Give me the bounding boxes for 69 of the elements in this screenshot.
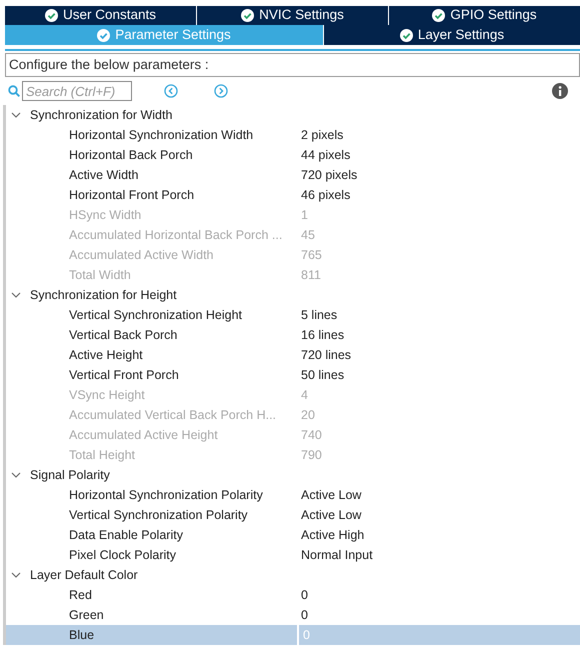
parameter-value[interactable]: 0 [297,585,580,606]
parameter-value[interactable]: 5 lines [297,305,580,326]
check-circle-icon [241,9,254,22]
parameter-label: Vertical Synchronization Polarity [68,506,249,524]
parameter-label: Accumulated Active Width [68,246,215,264]
parameter-label: Horizontal Synchronization Polarity [68,486,264,504]
tab[interactable]: User Constants [5,6,196,25]
parameter-value[interactable]: 2 pixels [297,125,580,146]
parameter-value[interactable]: 46 pixels [297,185,580,206]
parameter-label: Blue [68,626,96,644]
parameter-value: 20 [300,406,316,424]
parameter-label: Accumulated Active Height [68,426,219,444]
parameter-label: Pixel Clock Polarity [68,546,177,564]
chevron-icon[interactable] [11,471,21,480]
parameter-value: 1 [300,206,309,224]
instruction-text: Configure the below parameters : [5,53,580,78]
chevron-icon[interactable] [11,291,21,300]
parameter-value: 790 [300,446,323,464]
parameter-label: Horizontal Back Porch [68,146,194,164]
parameter-label: VSync Height [68,386,146,404]
parameter-value: 740 [300,426,323,444]
parameter-label: Red [68,586,93,604]
parameter-value[interactable]: 0 [297,605,580,626]
tab[interactable]: Layer Settings [324,25,580,45]
parameter-value[interactable]: 44 pixels [297,145,580,166]
parameter-value: 765 [300,246,323,264]
parameter-label: Green [68,606,105,624]
parameter-label: Vertical Synchronization Height [68,306,244,324]
parameter-label: HSync Width [68,206,142,224]
parameter-label: Active Width [68,166,140,184]
parameter-value[interactable]: 720 pixels [297,165,580,186]
group-label: Signal Polarity [30,466,110,484]
group-label: Synchronization for Height [30,286,177,304]
parameter-label: Accumulated Vertical Back Porch H... [68,406,278,424]
tab[interactable]: NVIC Settings [197,6,388,25]
parameter-value: 45 [300,226,316,244]
parameter-value[interactable]: Active High [297,525,580,546]
parameter-value[interactable]: Active Low [297,505,580,526]
search-icon [8,85,20,98]
parameter-label: Horizontal Front Porch [68,186,196,204]
parameter-value: 811 [300,266,322,284]
check-circle-icon [432,9,446,22]
selected-row[interactable]: Blue 0 [6,625,580,646]
parameter-value[interactable]: 16 lines [297,325,580,346]
chevron-icon[interactable] [11,571,21,580]
group-label: Synchronization for Width [30,106,172,124]
parameter-value[interactable]: Normal Input [297,545,580,566]
check-circle-icon [44,9,58,22]
parameter-label: Total Width [68,266,132,284]
parameter-value[interactable]: 720 lines [297,345,580,366]
parameter-label: Horizontal Synchronization Width [68,126,254,144]
parameter-value[interactable]: Active Low [297,485,580,506]
parameter-value: 4 [300,386,309,404]
info-icon[interactable] [552,83,568,100]
check-circle-icon [97,28,110,42]
parameter-label: Accumulated Horizontal Back Porch ... [68,226,284,244]
parameter-label: Vertical Front Porch [68,366,180,384]
parameter-label: Data Enable Polarity [68,526,184,544]
group-label: Layer Default Color [30,566,138,584]
next-icon[interactable] [214,84,228,98]
check-circle-icon [400,28,413,42]
parameter-label: Vertical Back Porch [68,326,178,344]
parameter-label: Active Height [68,346,144,364]
parameter-value[interactable]: 50 lines [297,365,580,386]
chevron-icon[interactable] [11,111,21,120]
search-field[interactable]: Search (Ctrl+F) [22,81,132,102]
parameter-label: Total Height [68,446,136,464]
tab[interactable]: GPIO Settings [389,6,580,25]
previous-icon[interactable] [164,84,178,98]
